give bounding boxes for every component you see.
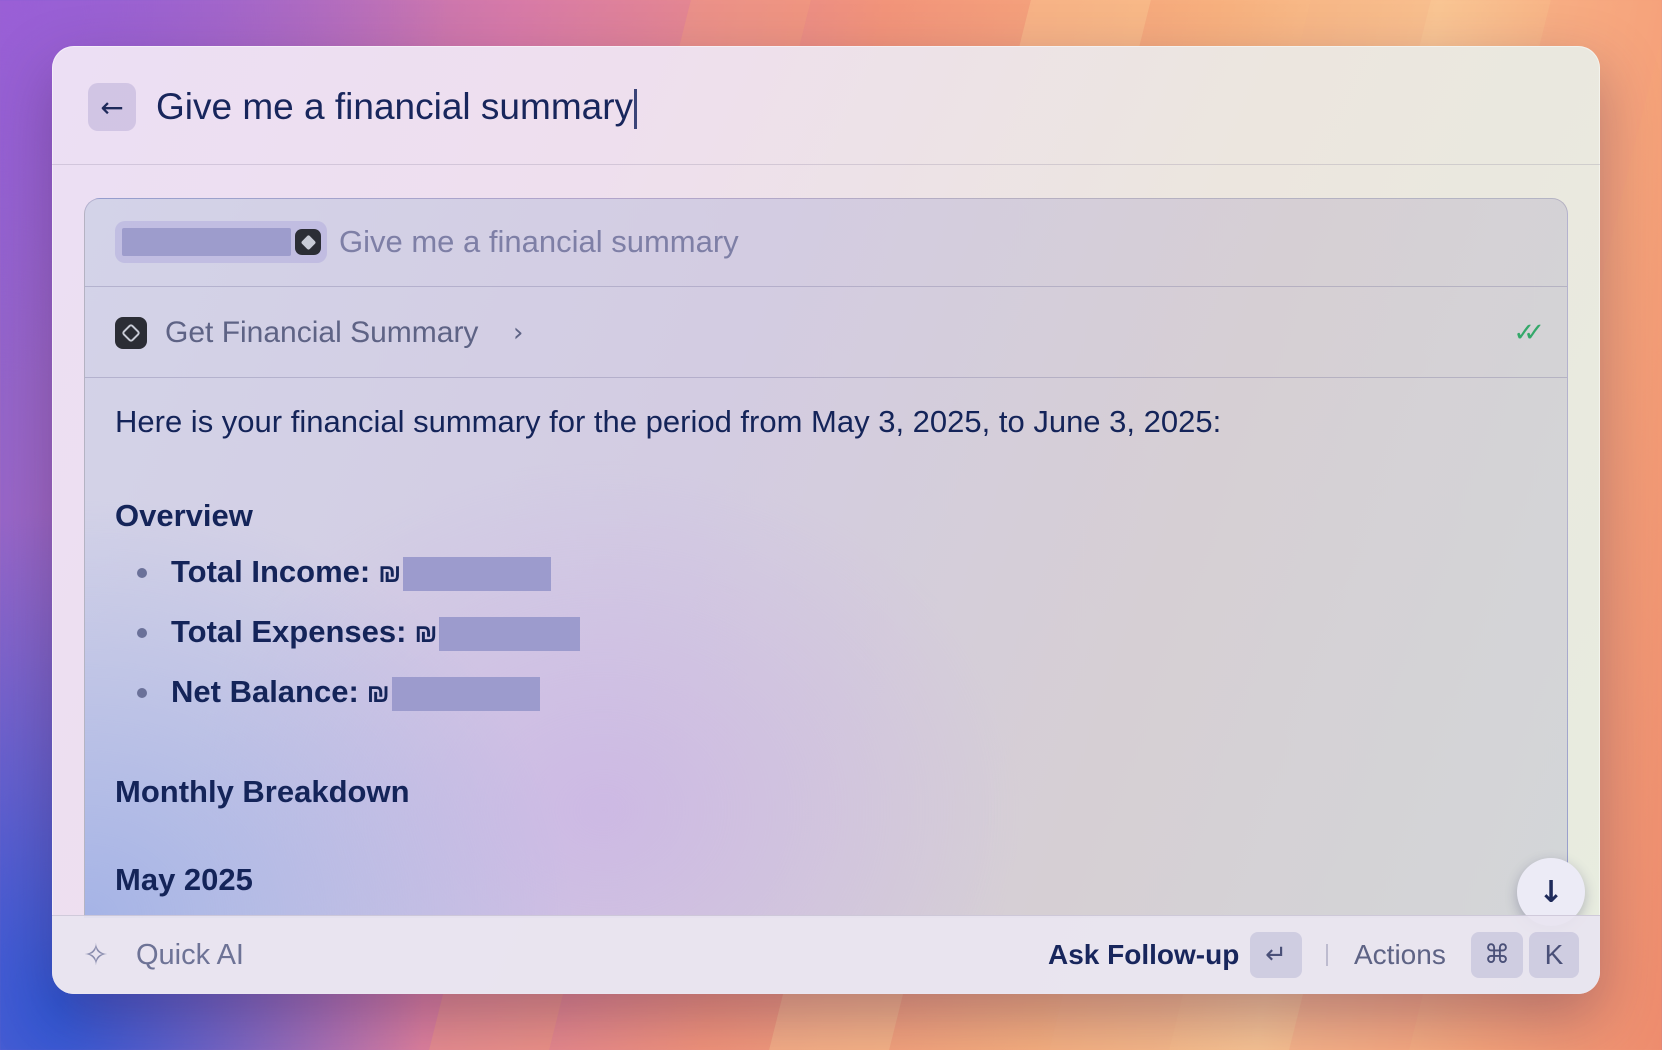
list-item: Net Balance: ₪: [115, 671, 580, 731]
tool-call-row[interactable]: Get Financial Summary › ✓✓: [85, 288, 1567, 378]
tool-extension-icon: [115, 317, 147, 349]
conversation-card: Give me a financial summary Get Financia…: [84, 198, 1568, 918]
arrow-left-icon: ←: [100, 90, 124, 124]
currency-symbol: ₪: [366, 678, 390, 708]
currency-symbol: ₪: [414, 618, 438, 648]
list-item: Total Income: ₪: [115, 551, 580, 611]
item-label: Total Expenses:: [171, 614, 407, 649]
user-prompt-text: Give me a financial summary: [339, 224, 739, 259]
redacted-extension-name: [122, 228, 291, 256]
command-key-icon[interactable]: ⌘: [1471, 932, 1523, 978]
overview-list: Total Income: ₪ Total Expenses: ₪ Net Bala…: [115, 551, 581, 731]
divider: [1326, 944, 1328, 966]
month-heading: May 2025: [115, 862, 253, 897]
quick-ai-icon: ✧: [83, 938, 109, 973]
double-check-icon: ✓✓: [1513, 318, 1544, 348]
actions-button[interactable]: Actions: [1354, 934, 1446, 976]
app-name: Quick AI: [136, 939, 244, 971]
extension-icon: [295, 229, 321, 255]
redacted-value: [391, 676, 540, 711]
action-bar: ✧ Quick AI Ask Follow-up ↵ Actions ⌘ K: [52, 915, 1600, 994]
redacted-value: [403, 556, 552, 591]
item-label: Total Income:: [171, 554, 371, 589]
ask-follow-up-button[interactable]: Ask Follow-up: [1048, 934, 1239, 976]
currency-symbol: ₪: [378, 558, 402, 588]
query-text: Give me a financial summary: [156, 86, 634, 127]
enter-key-icon[interactable]: ↵: [1250, 932, 1302, 978]
tool-call-label: Get Financial Summary: [165, 316, 479, 349]
k-key[interactable]: K: [1529, 932, 1579, 978]
text-caret: [634, 89, 638, 130]
item-label: Net Balance:: [171, 674, 359, 709]
chevron-right-icon: ›: [513, 318, 524, 348]
quick-ai-window: ← Give me a financial summary Give me a …: [52, 46, 1600, 994]
query-input[interactable]: Give me a financial summary: [156, 82, 638, 132]
overview-heading: Overview: [115, 498, 253, 533]
search-header: ← Give me a financial summary: [52, 46, 1600, 165]
arrow-down-icon: ↓: [1538, 874, 1564, 910]
list-item: Total Expenses: ₪: [115, 611, 581, 671]
response-intro: Here is your financial summary for the p…: [115, 404, 1222, 439]
back-button[interactable]: ←: [88, 83, 136, 131]
monthly-breakdown-heading: Monthly Breakdown: [115, 774, 410, 809]
extension-chip[interactable]: [115, 221, 327, 263]
user-prompt-row: Give me a financial summary: [85, 199, 1567, 287]
redacted-value: [439, 616, 581, 651]
